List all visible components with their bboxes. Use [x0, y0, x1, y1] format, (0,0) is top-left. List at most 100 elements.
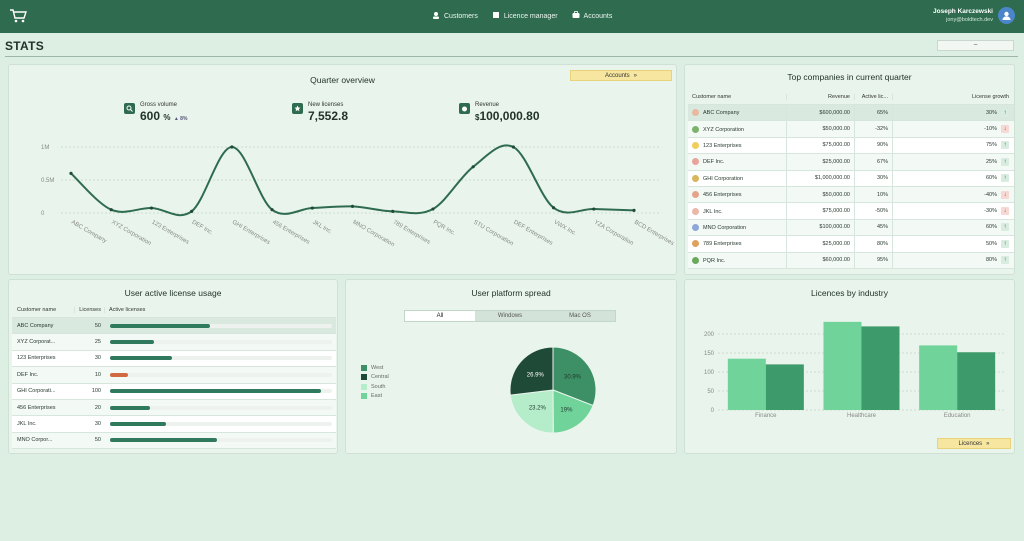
usage-bar-cell: [104, 389, 334, 394]
y-tick-label: 50: [707, 389, 714, 395]
growth-value: 30%: [985, 109, 997, 116]
tab-all[interactable]: All: [405, 311, 475, 321]
table-row[interactable]: ABC Company 50: [12, 318, 336, 335]
arrow-up-icon: ↑: [1001, 141, 1009, 150]
table-row[interactable]: ABC Company $600,000.00 65% 30% ↑: [688, 104, 1014, 122]
revenue-cell: $50,000.00: [786, 121, 854, 138]
table-row[interactable]: DEF Inc. $25,000.00 67% 25% ↑: [688, 153, 1014, 171]
usage-bar-fill: [110, 389, 321, 394]
top-companies-table: Customer name Revenue Active lic... Lice…: [688, 90, 1014, 269]
y-tick-label: 100: [704, 370, 715, 376]
col-growth[interactable]: License growth: [892, 94, 1014, 100]
table-row[interactable]: 123 Enterprises 30: [12, 351, 336, 368]
bar[interactable]: [765, 364, 804, 410]
table-row[interactable]: DEF Inc. 10: [12, 367, 336, 384]
bar[interactable]: [861, 326, 900, 410]
y-tick-label: 0: [711, 408, 715, 414]
legend-label: South: [371, 383, 386, 390]
growth-cell: -30% ↓: [892, 203, 1014, 220]
data-point[interactable]: [310, 206, 314, 210]
arrow-up-icon: ↑: [1001, 174, 1009, 183]
table-row[interactable]: XYZ Corporation $50,000.00 -32% -10% ↓: [688, 121, 1014, 138]
data-point[interactable]: [149, 206, 154, 210]
legend-item[interactable]: East: [361, 392, 389, 402]
col-customer-name[interactable]: Customer name: [688, 94, 786, 100]
nav-accounts[interactable]: Accounts: [572, 11, 613, 21]
growth-value: -40%: [984, 191, 997, 198]
double-chevron-right-icon: »: [986, 440, 990, 447]
data-point[interactable]: [350, 204, 355, 208]
table-row[interactable]: XYZ Corporat... 25: [12, 334, 336, 351]
tab-mac-os[interactable]: Mac OS: [545, 311, 615, 321]
company-name: MNO Corporation: [703, 224, 747, 231]
data-point[interactable]: [592, 207, 596, 211]
license-usage-title: User active license usage: [124, 288, 222, 298]
table-row[interactable]: GHI Corporation $1,000,000.00 30% 60% ↑: [688, 170, 1014, 187]
table-row[interactable]: PQR Inc. $60,000.00 95% 80% ↑: [688, 252, 1014, 269]
quarter-overview-card: Quarter overview Accounts » Gross volume…: [8, 64, 677, 275]
legend-item[interactable]: Central: [361, 373, 389, 383]
data-point[interactable]: [632, 208, 636, 212]
user-menu[interactable]: Joseph Karczewski jony@boldtech.dev: [933, 7, 1015, 24]
legend-item[interactable]: West: [361, 363, 389, 373]
bar[interactable]: [823, 321, 862, 410]
data-point[interactable]: [69, 171, 73, 175]
data-point[interactable]: [109, 208, 113, 212]
active-cell: -32%: [854, 121, 892, 138]
company-name-cell: ABC Company: [688, 109, 786, 117]
legend-swatch: [361, 374, 367, 381]
nav-customers[interactable]: Customers: [432, 11, 478, 21]
date-picker[interactable]: –: [937, 40, 1014, 51]
licences-button[interactable]: Licences »: [937, 438, 1011, 449]
avatar[interactable]: [998, 7, 1015, 24]
data-point[interactable]: [431, 207, 435, 211]
company-logo-icon: [692, 109, 699, 117]
data-point[interactable]: [471, 165, 475, 169]
growth-value: 80%: [985, 257, 997, 264]
data-point[interactable]: [551, 206, 556, 210]
title-divider: [5, 56, 1018, 57]
data-point[interactable]: [230, 145, 234, 149]
table-row[interactable]: MNO Corpor... 50: [12, 432, 336, 450]
usage-customer: 123 Enterprises: [17, 355, 56, 362]
col-usage-customer[interactable]: Customer name: [12, 307, 74, 313]
table-row[interactable]: 456 Enterprises 20: [12, 399, 336, 417]
table-row[interactable]: 789 Enterprises $25,000.00 80% 50% ↑: [688, 235, 1014, 253]
nav-licence-manager[interactable]: Licence manager: [492, 11, 558, 21]
usage-licenses: 25: [94, 339, 101, 346]
y-tick-label: 150: [704, 351, 715, 357]
data-point[interactable]: [511, 145, 515, 149]
table-row[interactable]: 123 Enterprises $75,000.00 90% 75% ↑: [688, 137, 1014, 155]
platform-spread-title: User platform spread: [471, 288, 551, 298]
arrow-up-icon: ↑: [1001, 239, 1009, 248]
table-row[interactable]: JKL Inc. 30: [12, 416, 336, 433]
licences-button-label: Licences: [958, 440, 983, 447]
table-row[interactable]: JKL Inc. $75,000.00 -50% -30% ↓: [688, 203, 1014, 220]
pie-value-label: 26.9%: [527, 372, 545, 378]
table-row[interactable]: MNO Corporation $100,000.00 45% 60% ↑: [688, 219, 1014, 237]
col-usage-licenses[interactable]: Licenses: [74, 307, 104, 313]
col-revenue[interactable]: Revenue: [786, 94, 854, 100]
data-point[interactable]: [391, 209, 395, 213]
table-row[interactable]: 456 Enterprises $50,000.00 10% -40% ↓: [688, 186, 1014, 204]
growth-cell: 75% ↑: [892, 137, 1014, 154]
growth-cell: 80% ↑: [892, 252, 1014, 269]
bar[interactable]: [919, 345, 958, 410]
data-point[interactable]: [270, 208, 274, 212]
col-usage-active[interactable]: Active licenses: [104, 307, 334, 313]
company-name-cell: JKL Inc.: [688, 207, 786, 215]
data-point[interactable]: [190, 209, 194, 213]
pie-slice[interactable]: [509, 346, 554, 396]
legend-item[interactable]: South: [361, 382, 389, 392]
nav-accounts-label: Accounts: [583, 12, 613, 20]
bar[interactable]: [957, 352, 996, 410]
revenue-cell: $100,000.00: [786, 219, 854, 236]
table-row[interactable]: GHI Corporati... 100: [12, 384, 336, 400]
col-active[interactable]: Active lic...: [854, 94, 892, 100]
usage-customer: DEF Inc.: [17, 371, 39, 378]
tab-windows[interactable]: Windows: [475, 311, 545, 321]
x-tick-label: JKL Inc.: [311, 220, 333, 236]
revenue-cell: $75,000.00: [786, 203, 854, 220]
bar[interactable]: [727, 358, 766, 410]
cart-logo-icon[interactable]: [9, 8, 27, 29]
